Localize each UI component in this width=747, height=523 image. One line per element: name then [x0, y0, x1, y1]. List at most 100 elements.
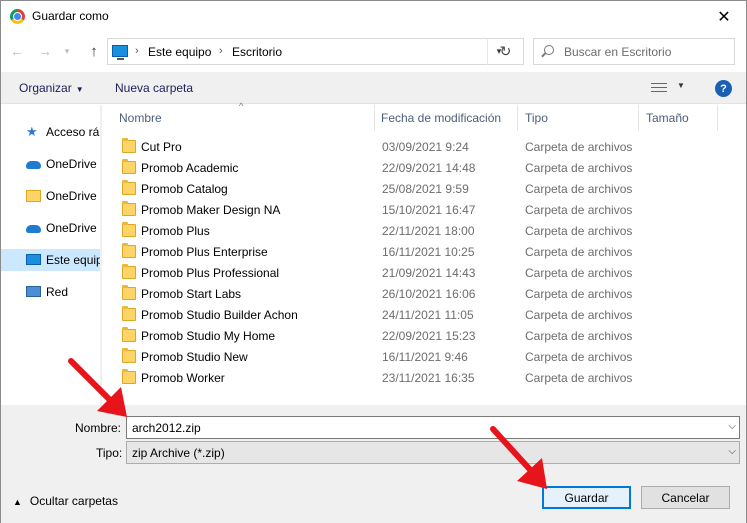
column-header-type[interactable]: Tipo — [518, 105, 639, 131]
file-type-select[interactable]: zip Archive (*.zip) ⌵ — [126, 441, 740, 464]
folder-icon — [122, 243, 136, 258]
computer-icon — [112, 45, 128, 60]
file-name-cell: Promob Maker Design NA — [141, 203, 281, 217]
file-name-cell: Promob Catalog — [141, 182, 228, 196]
file-name-cell: Cut Pro — [141, 140, 182, 154]
close-button[interactable]: ✕ — [702, 1, 746, 32]
hide-folders-button[interactable]: ▲ Ocultar carpetas — [13, 494, 118, 508]
table-row[interactable]: Promob Maker Design NA 15/10/2021 16:47 Ca… — [105, 200, 746, 221]
file-name-combobox[interactable]: ⌵ — [126, 416, 740, 439]
refresh-icon[interactable]: ↻ — [487, 38, 523, 65]
recent-locations-chevron-icon[interactable]: ▾ — [60, 41, 74, 61]
folder-icon — [122, 264, 136, 279]
breadcrumb-escritorio[interactable]: Escritorio — [232, 45, 282, 59]
date-modified-cell: 22/09/2021 15:23 — [382, 329, 476, 343]
file-type-cell: Carpeta de archivos — [525, 371, 633, 385]
file-type-cell: Carpeta de archivos — [525, 308, 633, 322]
sidebar-item-red[interactable]: Red — [1, 281, 100, 303]
sidebar-item-quick-access[interactable]: ★ Acceso rá — [1, 121, 100, 143]
view-caret-down-icon[interactable]: ▼ — [677, 81, 685, 90]
file-type-cell: Carpeta de archivos — [525, 161, 633, 175]
file-type-cell: Carpeta de archivos — [525, 182, 633, 196]
file-name-cell: Promob Studio Builder Achon — [141, 308, 298, 322]
organize-label: Organizar — [19, 81, 72, 95]
table-row[interactable]: Promob Studio New 16/11/2021 9:46 Carpeta … — [105, 347, 746, 368]
search-input[interactable] — [564, 41, 729, 62]
view-options-icon[interactable] — [651, 83, 667, 94]
address-bar[interactable]: › Este equipo › Escritorio ▾ — [107, 38, 524, 65]
cancel-button[interactable]: Cancelar — [641, 486, 730, 509]
table-row[interactable]: Promob Studio My Home 22/09/2021 15:23 Car… — [105, 326, 746, 347]
sidebar-item-onedrive-folder[interactable]: OneDrive — [1, 185, 100, 207]
column-header-date[interactable]: Fecha de modificación — [375, 105, 518, 131]
table-row[interactable]: Promob Plus 22/11/2021 18:00 Carpeta de ar… — [105, 221, 746, 242]
sidebar-item-onedrive[interactable]: OneDrive — [1, 153, 100, 175]
table-row[interactable]: Promob Start Labs 26/10/2021 16:06 Carpeta… — [105, 284, 746, 305]
file-name-cell: Promob Studio New — [141, 350, 248, 364]
file-name-cell: Promob Studio My Home — [141, 329, 276, 343]
folder-icon — [122, 222, 136, 237]
file-name-cell: Promob Academic — [141, 161, 239, 175]
network-icon — [26, 286, 41, 297]
date-modified-cell: 03/09/2021 9:24 — [382, 140, 469, 154]
folder-icon — [122, 201, 136, 216]
window-title: Guardar como — [32, 9, 109, 23]
chrome-icon — [10, 9, 25, 24]
command-toolbar: Organizar ▼ Nueva carpeta ▼ ? — [1, 72, 746, 104]
sidebar-item-label: Red — [46, 285, 69, 299]
breadcrumb-este-equipo[interactable]: Este equipo — [148, 45, 211, 59]
date-modified-cell: 22/09/2021 14:48 — [382, 161, 476, 175]
folder-icon — [122, 306, 136, 321]
save-as-dialog: Guardar como ✕ ← → ▾ ↑ › Este equipo › E… — [0, 0, 747, 523]
organize-menu-button[interactable]: Organizar ▼ — [19, 81, 84, 95]
sidebar-item-label: Este equipo — [46, 253, 100, 267]
file-list: ^ Nombre Fecha de modificación Tipo Tama… — [105, 101, 746, 405]
help-icon[interactable]: ? — [715, 80, 732, 97]
table-row[interactable]: Promob Academic 22/09/2021 14:48 Carpeta d… — [105, 158, 746, 179]
file-name-cell: Promob Plus — [141, 224, 210, 238]
new-folder-button[interactable]: Nueva carpeta — [115, 81, 193, 95]
table-row[interactable]: Cut Pro 03/09/2021 9:24 Carpeta de archivo… — [105, 137, 746, 158]
file-type-cell: Carpeta de archivos — [525, 203, 633, 217]
chevron-down-icon[interactable]: ⌵ — [728, 421, 736, 432]
breadcrumb-separator-icon: › — [219, 45, 223, 57]
chevron-down-icon[interactable]: ⌵ — [728, 446, 736, 457]
file-name-cell: Promob Start Labs — [141, 287, 242, 301]
caret-down-icon: ▼ — [75, 85, 84, 94]
file-name-cell: Promob Plus Professional — [141, 266, 280, 280]
star-icon: ★ — [26, 124, 38, 139]
column-header-name[interactable]: Nombre — [105, 105, 375, 131]
date-modified-cell: 26/10/2021 16:06 — [382, 287, 476, 301]
date-modified-cell: 15/10/2021 16:47 — [382, 203, 476, 217]
computer-icon — [26, 254, 41, 265]
back-arrow-icon[interactable]: ← — [6, 41, 28, 61]
cloud-icon — [26, 161, 41, 169]
table-row[interactable]: Promob Worker 23/11/2021 16:35 Carpeta de … — [105, 368, 746, 389]
cloud-icon — [26, 225, 41, 233]
table-row[interactable]: Promob Catalog 25/08/2021 9:59 Carpeta de … — [105, 179, 746, 200]
date-modified-cell: 16/11/2021 10:25 — [382, 245, 475, 259]
file-name-cell: Promob Worker — [141, 371, 225, 385]
sidebar-item-onedrive-2[interactable]: OneDrive — [1, 217, 100, 239]
hide-folders-label: Ocultar carpetas — [29, 494, 118, 508]
folder-icon — [122, 327, 136, 342]
file-name-input[interactable] — [132, 419, 712, 436]
folder-icon — [122, 138, 136, 153]
sidebar-item-este-equipo[interactable]: Este equipo — [1, 249, 100, 271]
folder-icon — [122, 285, 136, 300]
table-row[interactable]: Promob Studio Builder Achon 24/11/2021 11… — [105, 305, 746, 326]
column-header-size[interactable]: Tamaño — [639, 105, 718, 131]
table-row[interactable]: Promob Plus Professional 21/09/2021 14:43… — [105, 263, 746, 284]
date-modified-cell: 24/11/2021 11:05 — [382, 308, 474, 322]
folder-icon — [26, 190, 41, 202]
file-type-cell: Carpeta de archivos — [525, 266, 633, 280]
file-type-cell: Carpeta de archivos — [525, 224, 633, 238]
caret-up-icon: ▲ — [13, 497, 22, 507]
date-modified-cell: 23/11/2021 16:35 — [382, 371, 475, 385]
file-type-cell: Carpeta de archivos — [525, 140, 633, 154]
table-row[interactable]: Promob Plus Enterprise 16/11/2021 10:25 Ca… — [105, 242, 746, 263]
file-type-cell: Carpeta de archivos — [525, 287, 633, 301]
up-arrow-icon[interactable]: ↑ — [83, 41, 105, 61]
date-modified-cell: 16/11/2021 9:46 — [382, 350, 468, 364]
forward-arrow-icon[interactable]: → — [34, 41, 56, 61]
